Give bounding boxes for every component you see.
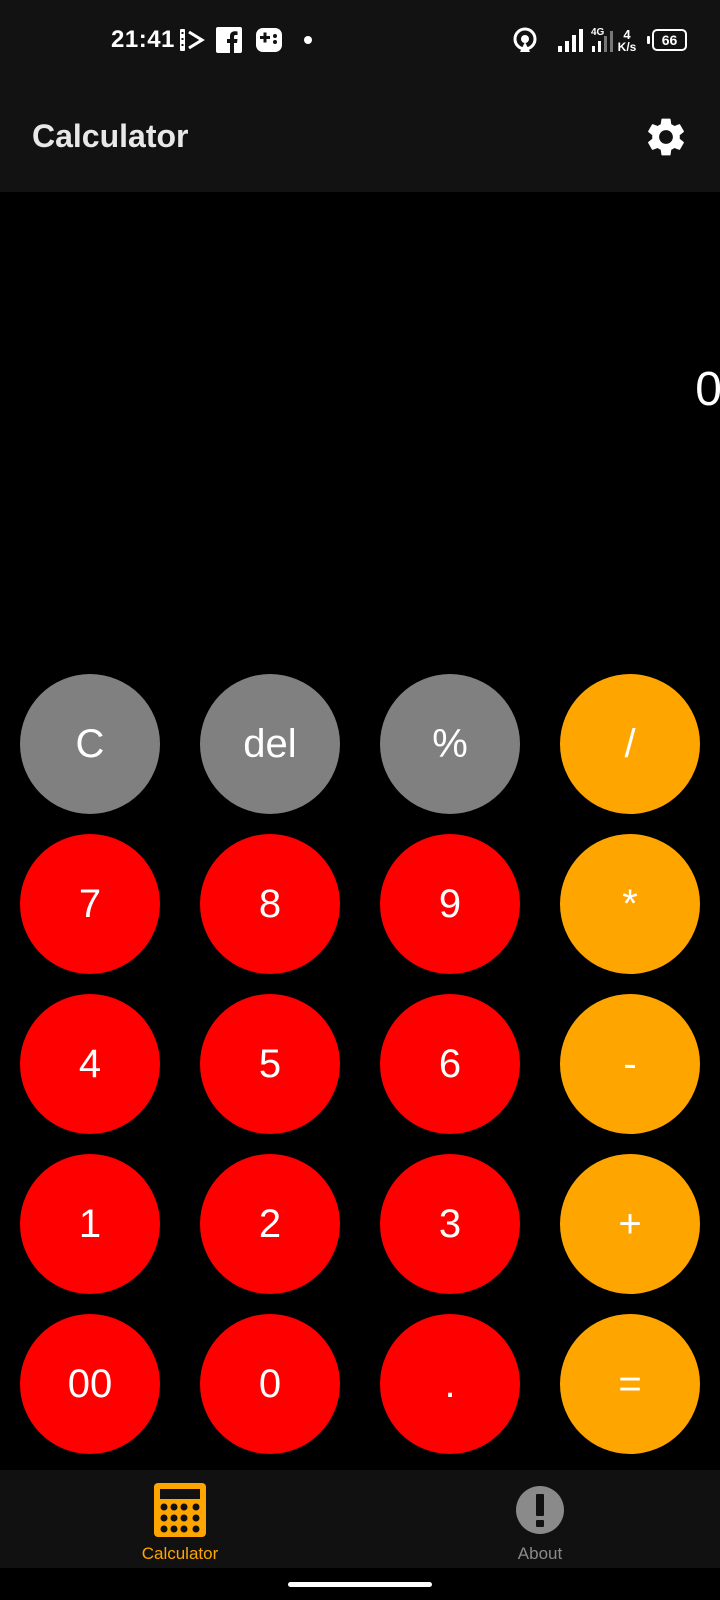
status-bar: 21:41 4G 4 K/s 66: [0, 0, 720, 82]
decimal-point-button[interactable]: .: [380, 1314, 520, 1454]
media-output-icon: [176, 26, 206, 54]
digit-4-button[interactable]: 4: [20, 994, 160, 1134]
notification-dot-icon: [300, 26, 316, 54]
display-value: 0: [695, 363, 720, 416]
page-title: Calculator: [32, 118, 189, 154]
digit-0-button[interactable]: 0: [200, 1314, 340, 1454]
keypad: C del % / 7 8 9 * 4 5 6 - 1 2 3 + 00 0 .…: [0, 660, 720, 1470]
delete-button[interactable]: del: [200, 674, 340, 814]
network-speed-value: 4: [623, 26, 631, 42]
digit-8-button[interactable]: 8: [200, 834, 340, 974]
add-button[interactable]: +: [560, 1154, 700, 1294]
calculator-display: 0: [0, 192, 720, 660]
battery-icon: 66: [646, 26, 688, 54]
app-bar: Calculator: [0, 82, 720, 192]
network-speed-unit: K/s: [617, 39, 637, 54]
digit-1-button[interactable]: 1: [20, 1154, 160, 1294]
digit-5-button[interactable]: 5: [200, 994, 340, 1134]
digit-9-button[interactable]: 9: [380, 834, 520, 974]
divide-button[interactable]: /: [560, 674, 700, 814]
nav-item-about[interactable]: About: [360, 1470, 720, 1568]
calculator-icon: [152, 1482, 208, 1538]
digit-2-button[interactable]: 2: [200, 1154, 340, 1294]
signal-icon: [556, 26, 586, 54]
digit-7-button[interactable]: 7: [20, 834, 160, 974]
gesture-bar: [0, 1568, 720, 1600]
network-speed: 4 K/s: [612, 26, 642, 54]
nav-label-calculator: Calculator: [141, 1544, 219, 1563]
multiply-button[interactable]: *: [560, 834, 700, 974]
facebook-icon: [216, 26, 242, 54]
info-exclamation-icon: [512, 1482, 568, 1538]
bottom-navigation: Calculator About: [0, 1470, 720, 1568]
settings-button[interactable]: [640, 111, 692, 163]
nav-label-about: About: [517, 1544, 563, 1563]
clear-button[interactable]: C: [20, 674, 160, 814]
subtract-button[interactable]: -: [560, 994, 700, 1134]
game-icon: [254, 26, 284, 54]
digit-3-button[interactable]: 3: [380, 1154, 520, 1294]
double-zero-button[interactable]: 00: [20, 1314, 160, 1454]
equals-button[interactable]: =: [560, 1314, 700, 1454]
svg-text:4G: 4G: [591, 27, 605, 38]
hotspot-icon: [510, 26, 540, 54]
percent-button[interactable]: %: [380, 674, 520, 814]
nav-item-calculator[interactable]: Calculator: [0, 1470, 360, 1568]
home-indicator[interactable]: [288, 1582, 432, 1587]
battery-level: 66: [661, 32, 678, 48]
digit-6-button[interactable]: 6: [380, 994, 520, 1134]
gear-icon: [648, 118, 684, 156]
status-time: 21:41: [111, 26, 175, 53]
